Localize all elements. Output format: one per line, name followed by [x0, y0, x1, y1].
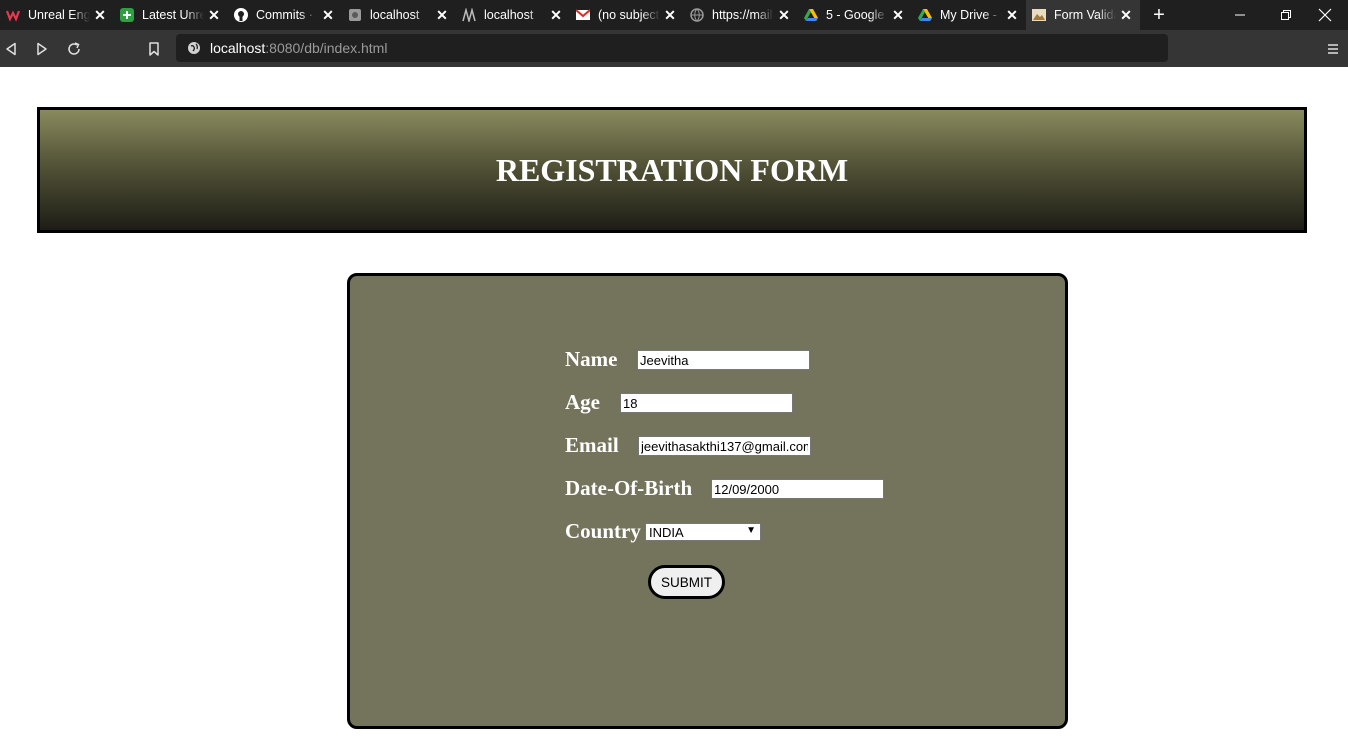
- page-icon: [348, 8, 362, 22]
- address-bar[interactable]: localhost:8080/db/index.html: [176, 34, 1168, 62]
- back-icon: [6, 42, 16, 56]
- close-icon[interactable]: ✕: [1004, 7, 1020, 24]
- registration-form: Name Age Email Date-Of-Birth Country IND…: [347, 273, 1068, 729]
- menu-icon: [1328, 44, 1338, 54]
- close-icon[interactable]: ✕: [776, 7, 792, 24]
- browser-tab-9[interactable]: My Drive - Google ✕: [912, 0, 1026, 30]
- email-input[interactable]: [638, 436, 811, 456]
- dropdown-arrow-icon: ▼: [746, 525, 756, 536]
- header-banner: REGISTRATION FORM: [37, 107, 1307, 233]
- name-input[interactable]: [637, 350, 810, 370]
- close-icon: [1318, 8, 1332, 22]
- browser-tab-1[interactable]: Unreal Engine ✕: [0, 0, 114, 30]
- close-icon[interactable]: ✕: [206, 7, 222, 24]
- image-icon: [1032, 8, 1046, 22]
- country-label: Country: [565, 519, 641, 543]
- minimize-button[interactable]: [1217, 0, 1263, 30]
- age-label: Age: [565, 390, 600, 414]
- tab-title: Unreal Engine: [28, 8, 90, 22]
- gmail-icon: [576, 8, 590, 22]
- tomcat-icon: [462, 8, 476, 22]
- browser-tab-7[interactable]: https://mail ✕: [684, 0, 798, 30]
- globe-icon: [690, 8, 704, 22]
- tab-title: Latest Unreal: [142, 8, 204, 22]
- close-icon[interactable]: ✕: [662, 7, 678, 24]
- restore-icon: [1281, 10, 1291, 20]
- tab-strip: Unreal Engine ✕ Latest Unreal ✕ Commits …: [0, 0, 1348, 30]
- address-toolbar: localhost:8080/db/index.html: [0, 30, 1348, 67]
- browser-menu-button[interactable]: [1322, 38, 1344, 60]
- tab-title: localhost: [484, 8, 534, 22]
- close-icon[interactable]: ✕: [434, 7, 450, 24]
- tab-title: Commits · Jeevitha: [256, 8, 318, 22]
- browser-tab-2[interactable]: Latest Unreal ✕: [114, 0, 228, 30]
- country-select[interactable]: INDIA ▼: [645, 523, 761, 541]
- bookmark-button[interactable]: [143, 38, 165, 60]
- tab-title: https://mail: [712, 8, 773, 22]
- submit-button[interactable]: SUBMIT: [648, 565, 725, 599]
- url-path: :8080/db/index.html: [265, 40, 388, 56]
- close-icon[interactable]: ✕: [548, 7, 564, 24]
- forward-button[interactable]: [31, 38, 53, 60]
- drive-icon: [804, 8, 818, 22]
- browser-tab-active[interactable]: Form Validation ✕: [1026, 0, 1140, 30]
- browser-tab-4[interactable]: localhost ✕: [342, 0, 456, 30]
- reload-button[interactable]: [63, 38, 85, 60]
- tab-title: localhost: [370, 8, 420, 22]
- forward-icon: [37, 42, 47, 56]
- browser-tab-8[interactable]: 5 - Google Drive ✕: [798, 0, 912, 30]
- dob-label: Date-Of-Birth: [565, 476, 693, 500]
- browser-tab-5[interactable]: localhost ✕: [456, 0, 570, 30]
- tab-title: My Drive - Google: [940, 8, 1002, 22]
- page-title: REGISTRATION FORM: [495, 151, 849, 188]
- country-selected-value: INDIA: [649, 524, 684, 540]
- browser-tab-3[interactable]: Commits · Jeevitha ✕: [228, 0, 342, 30]
- tab-title: (no subject): [598, 8, 660, 22]
- new-tab-button[interactable]: +: [1148, 4, 1170, 26]
- site-info-icon[interactable]: [186, 40, 202, 56]
- unreal-icon: [6, 8, 20, 22]
- close-icon[interactable]: ✕: [320, 7, 336, 24]
- reload-icon: [68, 42, 80, 55]
- name-label: Name: [565, 347, 618, 371]
- browser-tab-6[interactable]: (no subject) ✕: [570, 0, 684, 30]
- minimize-icon: [1235, 14, 1245, 16]
- close-icon[interactable]: ✕: [890, 7, 906, 24]
- tab-title: Form Validation: [1054, 8, 1116, 22]
- close-icon[interactable]: ✕: [92, 7, 108, 24]
- github-icon: [234, 8, 248, 22]
- close-window-button[interactable]: [1302, 0, 1348, 30]
- back-button[interactable]: [0, 38, 22, 60]
- email-label: Email: [565, 433, 619, 457]
- drive-icon: [918, 8, 932, 22]
- plus-badge-icon: [120, 8, 134, 22]
- age-input[interactable]: [620, 393, 793, 413]
- bookmark-icon: [149, 42, 159, 56]
- close-icon[interactable]: ✕: [1118, 7, 1134, 24]
- tab-title: 5 - Google Drive: [826, 8, 888, 22]
- url-host: localhost: [210, 40, 266, 56]
- dob-input[interactable]: [711, 479, 884, 499]
